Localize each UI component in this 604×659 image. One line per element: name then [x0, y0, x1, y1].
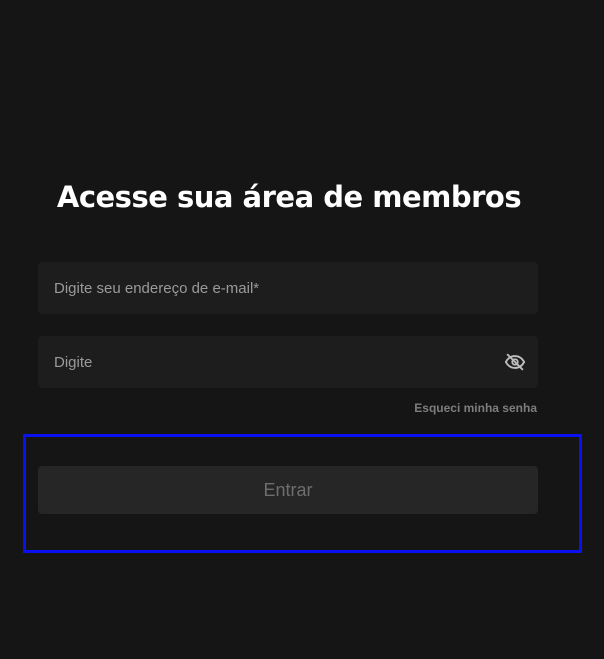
page-title: Acesse sua área de membros: [56, 180, 522, 214]
submit-button[interactable]: Entrar: [38, 466, 538, 514]
eye-off-icon[interactable]: [504, 351, 526, 373]
password-field[interactable]: [38, 336, 538, 388]
password-field-container: [38, 336, 538, 388]
login-page: Acesse sua área de membros Esqueci minha…: [0, 0, 604, 659]
email-field-container: [38, 262, 538, 314]
forgot-password-link[interactable]: Esqueci minha senha: [414, 401, 537, 415]
email-field[interactable]: [38, 262, 538, 314]
